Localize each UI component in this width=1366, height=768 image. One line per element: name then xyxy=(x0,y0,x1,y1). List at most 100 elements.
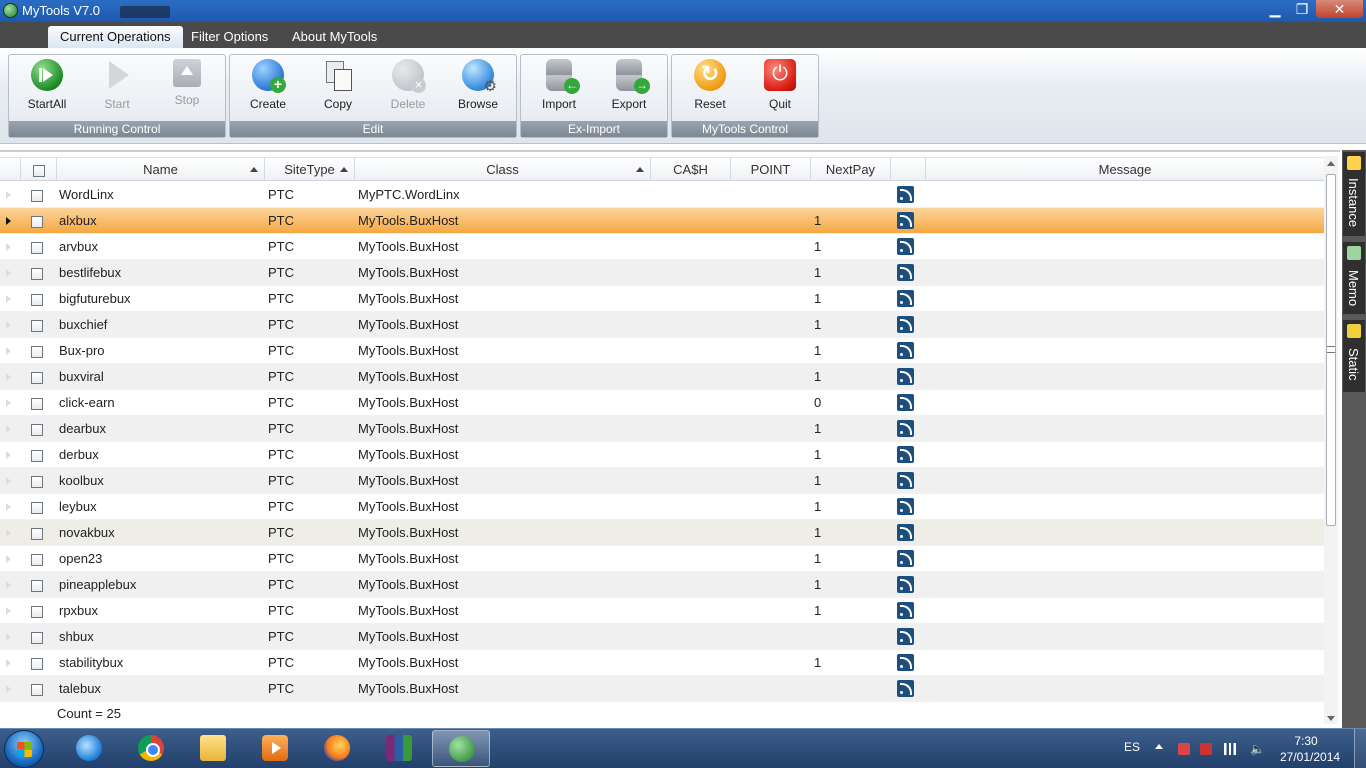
tab-about-mytools[interactable]: About MyTools xyxy=(280,26,389,48)
row-checkbox[interactable] xyxy=(31,215,43,228)
rss-feed-icon[interactable] xyxy=(897,342,914,359)
rss-feed-icon[interactable] xyxy=(897,264,914,281)
browse-button[interactable]: Browse xyxy=(448,57,508,111)
start-button[interactable]: Start xyxy=(87,57,147,111)
table-row[interactable]: talebux PTC MyTools.BuxHost xyxy=(0,676,1324,702)
scroll-up-icon[interactable] xyxy=(1327,161,1335,166)
row-checkbox[interactable] xyxy=(31,241,43,254)
rss-feed-icon[interactable] xyxy=(897,446,914,463)
row-checkbox[interactable] xyxy=(31,189,43,202)
rss-feed-icon[interactable] xyxy=(897,420,914,437)
row-checkbox[interactable] xyxy=(31,397,43,410)
scroll-down-icon[interactable] xyxy=(1327,716,1335,721)
startall-button[interactable]: StartAll xyxy=(17,57,77,111)
table-row[interactable]: Bux-pro PTC MyTools.BuxHost 1 xyxy=(0,338,1324,364)
side-tab-memo[interactable]: Memo xyxy=(1343,242,1365,314)
tab-filter-options[interactable]: Filter Options xyxy=(179,26,280,48)
column-header-cash[interactable]: CA$H xyxy=(650,158,730,181)
column-header-nextpay[interactable]: NextPay xyxy=(810,158,890,181)
table-row[interactable]: bigfuturebux PTC MyTools.BuxHost 1 xyxy=(0,286,1324,312)
table-row[interactable]: bestlifebux PTC MyTools.BuxHost 1 xyxy=(0,260,1324,286)
table-row[interactable]: dearbux PTC MyTools.BuxHost 1 xyxy=(0,416,1324,442)
tab-current-operations[interactable]: Current Operations xyxy=(48,26,183,48)
column-header-icon[interactable] xyxy=(890,158,925,181)
side-tab-instance[interactable]: Instance xyxy=(1343,152,1365,236)
row-checkbox[interactable] xyxy=(31,475,43,488)
rss-feed-icon[interactable] xyxy=(897,550,914,567)
rss-feed-icon[interactable] xyxy=(897,628,914,645)
rss-feed-icon[interactable] xyxy=(897,368,914,385)
row-checkbox[interactable] xyxy=(31,631,43,644)
column-header-point[interactable]: POINT xyxy=(730,158,810,181)
rss-feed-icon[interactable] xyxy=(897,186,914,203)
table-row[interactable]: koolbux PTC MyTools.BuxHost 1 xyxy=(0,468,1324,494)
signal-icon[interactable] xyxy=(1224,743,1236,755)
create-button[interactable]: Create xyxy=(238,57,298,111)
rss-feed-icon[interactable] xyxy=(897,654,914,671)
copy-button[interactable]: Copy xyxy=(308,57,368,111)
table-row[interactable]: open23 PTC MyTools.BuxHost 1 xyxy=(0,546,1324,572)
rss-feed-icon[interactable] xyxy=(897,290,914,307)
antivirus-icon[interactable] xyxy=(1200,743,1212,755)
table-row[interactable]: shbux PTC MyTools.BuxHost xyxy=(0,624,1324,650)
column-header-name[interactable]: Name xyxy=(56,158,264,181)
delete-button[interactable]: Delete xyxy=(378,57,438,111)
column-header-sitetype[interactable]: SiteType xyxy=(264,158,354,181)
show-hidden-icons-icon[interactable] xyxy=(1155,744,1163,749)
row-checkbox[interactable] xyxy=(31,449,43,462)
row-checkbox[interactable] xyxy=(31,319,43,332)
close-button[interactable]: ✕ xyxy=(1316,0,1363,18)
clock[interactable]: 7:30 27/01/2014 xyxy=(1280,733,1340,765)
vertical-scrollbar[interactable] xyxy=(1324,156,1338,724)
table-row[interactable]: buxviral PTC MyTools.BuxHost 1 xyxy=(0,364,1324,390)
rss-feed-icon[interactable] xyxy=(897,524,914,541)
row-checkbox[interactable] xyxy=(31,527,43,540)
rss-feed-icon[interactable] xyxy=(897,316,914,333)
row-checkbox[interactable] xyxy=(31,553,43,566)
reset-button[interactable]: Reset xyxy=(680,57,740,111)
rss-feed-icon[interactable] xyxy=(897,212,914,229)
column-header-message[interactable]: Message xyxy=(925,158,1324,181)
row-checkbox[interactable] xyxy=(31,293,43,306)
side-tab-static[interactable]: Static xyxy=(1343,320,1365,392)
rss-feed-icon[interactable] xyxy=(897,498,914,515)
table-row[interactable]: click-earn PTC MyTools.BuxHost 0 xyxy=(0,390,1324,416)
table-row[interactable]: WordLinx PTC MyPTC.WordLinx xyxy=(0,182,1324,208)
row-checkbox[interactable] xyxy=(31,579,43,592)
row-checkbox[interactable] xyxy=(31,267,43,280)
quit-button[interactable]: Quit xyxy=(750,57,810,111)
rss-feed-icon[interactable] xyxy=(897,576,914,593)
row-checkbox[interactable] xyxy=(31,683,43,696)
table-row[interactable]: derbux PTC MyTools.BuxHost 1 xyxy=(0,442,1324,468)
table-row[interactable]: buxchief PTC MyTools.BuxHost 1 xyxy=(0,312,1324,338)
row-checkbox[interactable] xyxy=(31,423,43,436)
stop-button[interactable]: Stop xyxy=(157,57,217,107)
table-row[interactable]: arvbux PTC MyTools.BuxHost 1 xyxy=(0,234,1324,260)
rss-feed-icon[interactable] xyxy=(897,680,914,697)
table-row[interactable]: stabilitybux PTC MyTools.BuxHost 1 xyxy=(0,650,1324,676)
row-checkbox[interactable] xyxy=(31,605,43,618)
export-button[interactable]: Export xyxy=(599,57,659,111)
table-row[interactable]: pineapplebux PTC MyTools.BuxHost 1 xyxy=(0,572,1324,598)
maximize-button[interactable]: ❐ xyxy=(1289,0,1315,18)
column-header-class[interactable]: Class xyxy=(354,158,650,181)
rss-feed-icon[interactable] xyxy=(897,394,914,411)
table-row[interactable]: leybux PTC MyTools.BuxHost 1 xyxy=(0,494,1324,520)
rss-feed-icon[interactable] xyxy=(897,602,914,619)
table-row[interactable]: rpxbux PTC MyTools.BuxHost 1 xyxy=(0,598,1324,624)
rss-feed-icon[interactable] xyxy=(897,238,914,255)
row-checkbox[interactable] xyxy=(31,345,43,358)
language-indicator[interactable]: ES xyxy=(1124,740,1140,754)
network-error-icon[interactable] xyxy=(1178,743,1190,755)
minimize-button[interactable]: ▁ xyxy=(1262,0,1288,18)
table-row[interactable]: alxbux PTC MyTools.BuxHost 1 xyxy=(0,208,1324,234)
select-all-checkbox[interactable] xyxy=(32,164,45,177)
row-checkbox[interactable] xyxy=(31,501,43,514)
rss-feed-icon[interactable] xyxy=(897,472,914,489)
volume-icon[interactable]: 🔈 xyxy=(1250,743,1265,755)
table-row[interactable]: novakbux PTC MyTools.BuxHost 1 xyxy=(0,520,1324,546)
import-button[interactable]: Import xyxy=(529,57,589,111)
row-checkbox[interactable] xyxy=(31,657,43,670)
row-checkbox[interactable] xyxy=(31,371,43,384)
show-desktop-button[interactable] xyxy=(1354,729,1366,768)
